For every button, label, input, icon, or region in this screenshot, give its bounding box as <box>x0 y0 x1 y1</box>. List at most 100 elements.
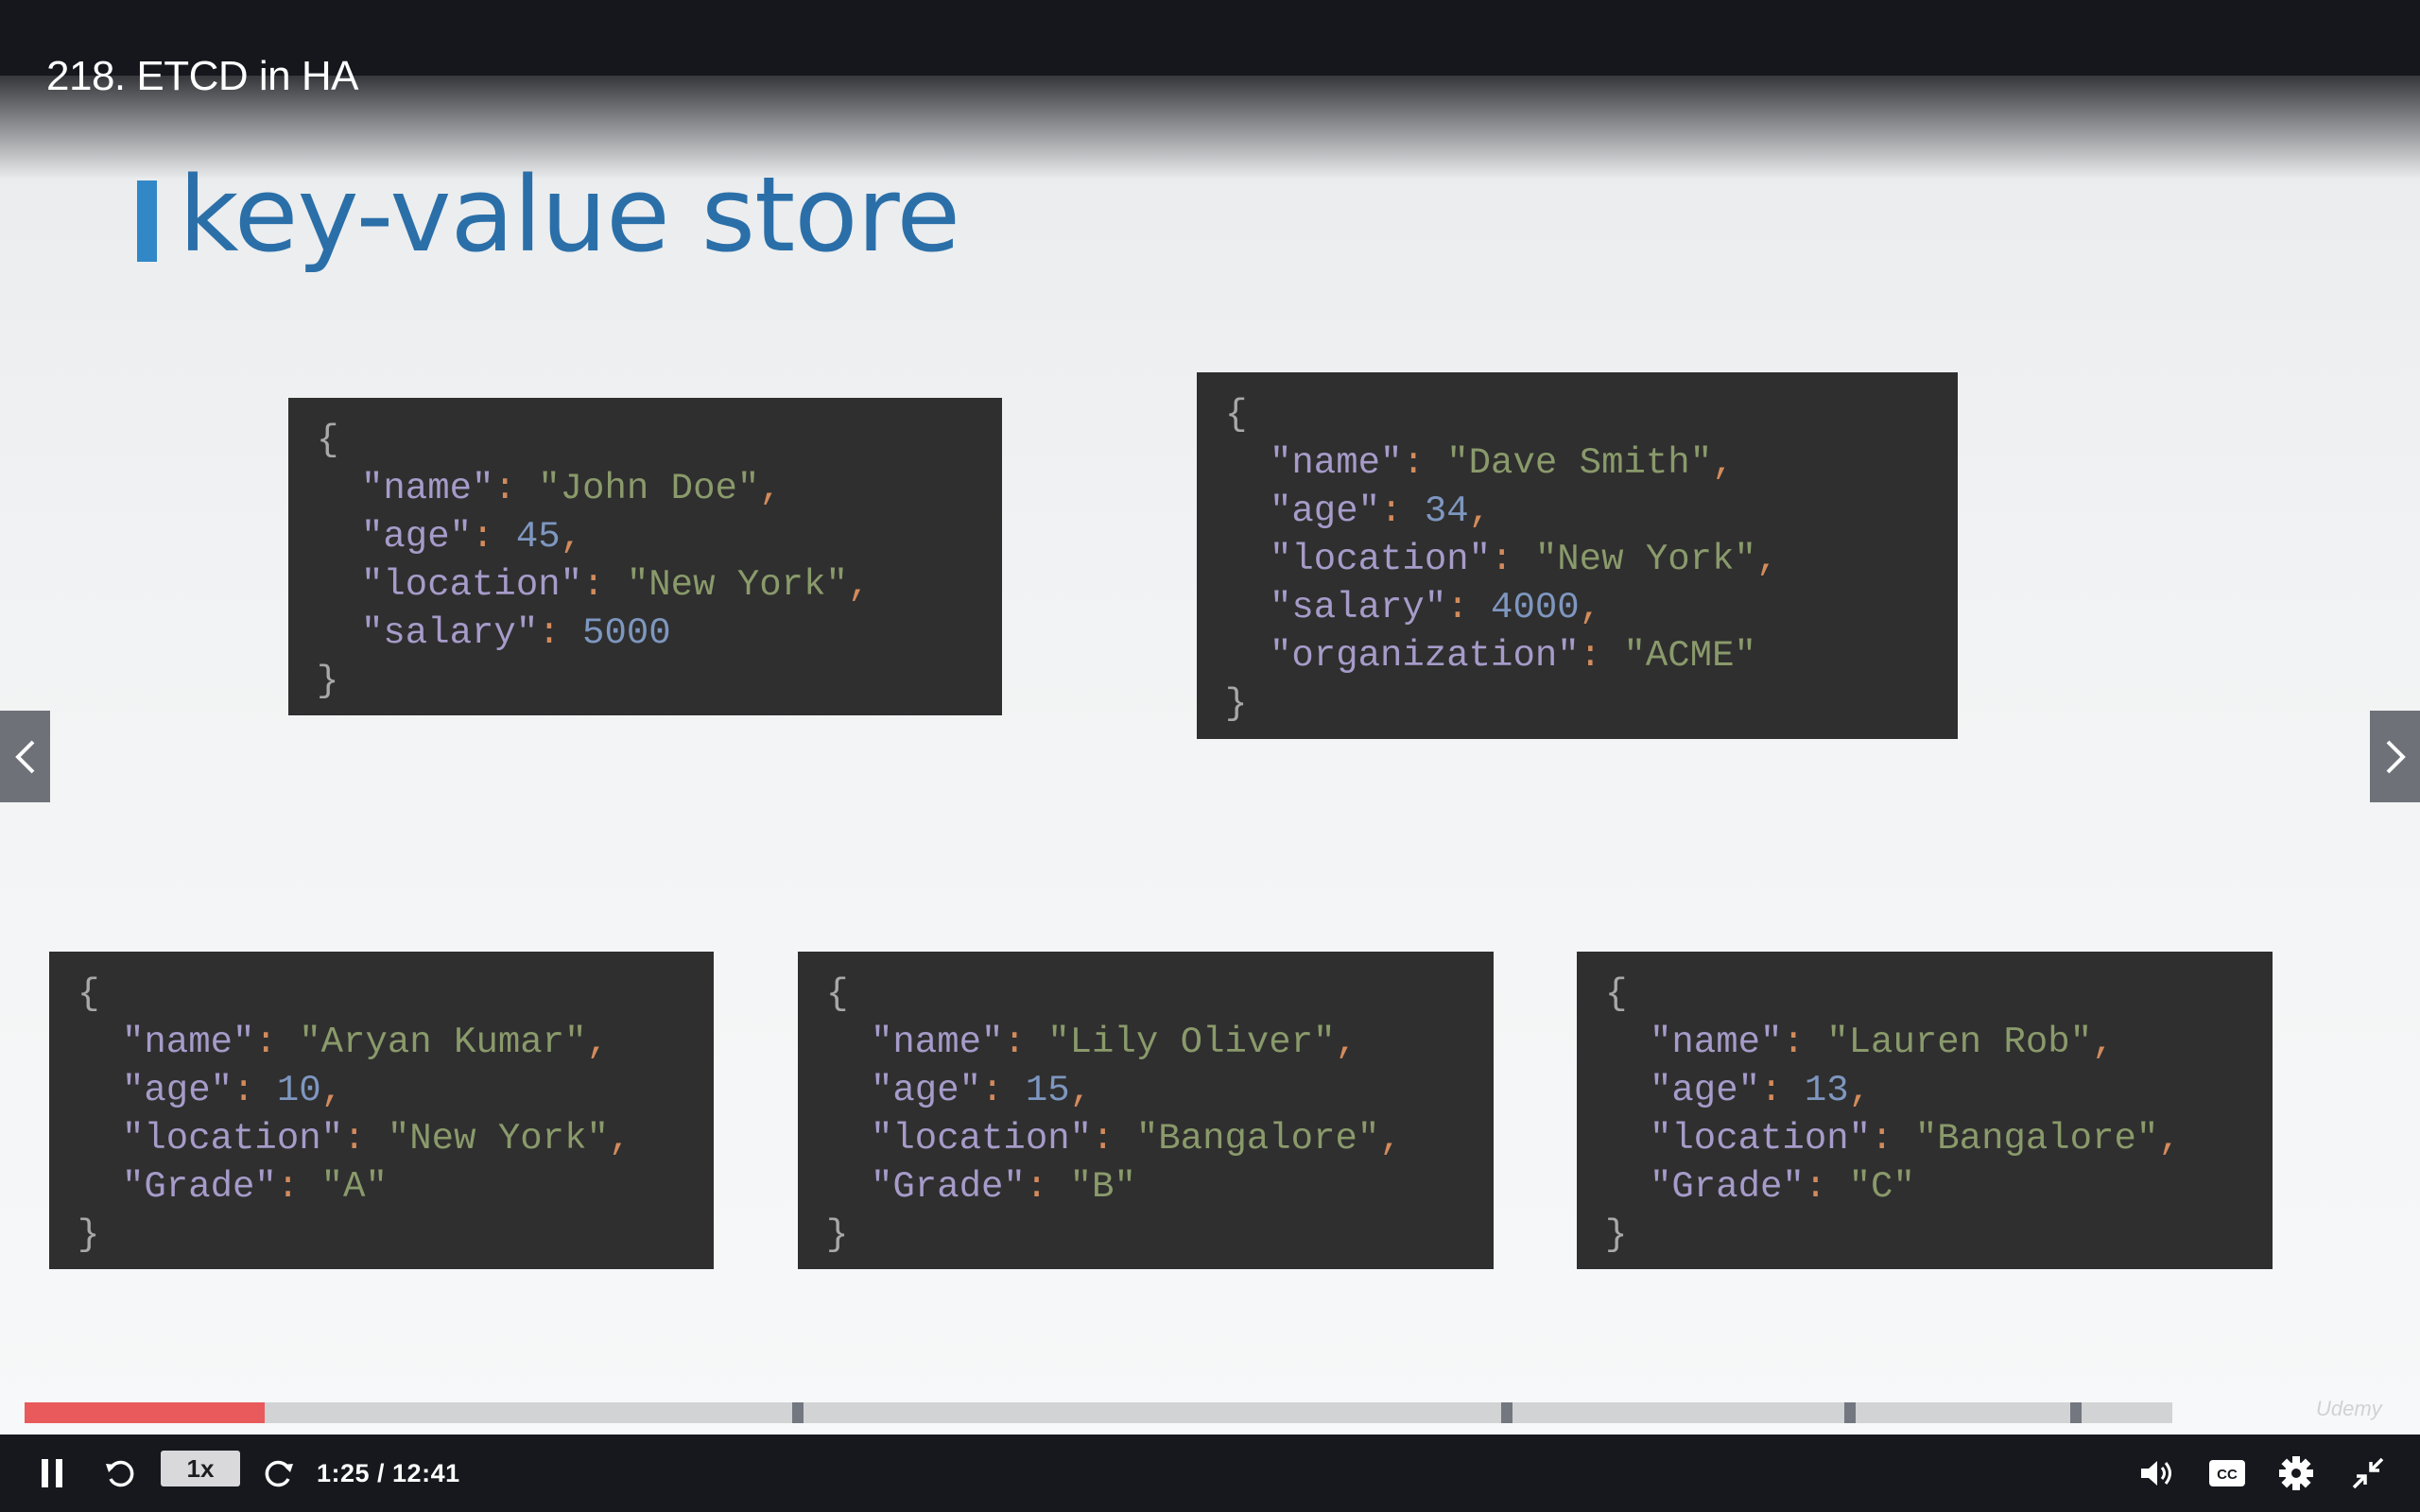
playback-speed-button[interactable]: 1x <box>161 1451 240 1486</box>
json-field: "age": 34, <box>1225 488 1778 536</box>
json-colon: : <box>1804 1166 1849 1208</box>
json-field: "Grade": "B" <box>826 1163 1402 1211</box>
json-colon: : <box>276 1166 321 1208</box>
json-value: 34 <box>1424 490 1469 532</box>
json-value: "C" <box>1848 1166 1915 1208</box>
json-field: "age": 45, <box>317 513 870 561</box>
json-value: "New York" <box>387 1118 609 1160</box>
settings-icon <box>2279 1456 2313 1490</box>
json-field: "name": "Aryan Kumar", <box>78 1019 631 1067</box>
json-key: "Grade" <box>1650 1166 1805 1208</box>
play-pause-button[interactable] <box>28 1435 76 1512</box>
chapter-marker[interactable] <box>1844 1402 1857 1423</box>
json-value: "Lauren Rob" <box>1826 1022 2093 1063</box>
brace: } <box>317 661 339 702</box>
json-field: "name": "Lily Oliver", <box>826 1019 1402 1067</box>
svg-text:CC: CC <box>2217 1467 2238 1483</box>
json-key: "age" <box>1650 1070 1761 1111</box>
slide-title: key-value store <box>179 154 960 275</box>
json-colon: : <box>981 1070 1026 1111</box>
json-value: "New York" <box>1534 539 1756 580</box>
json-brace-close: } <box>1225 680 1778 729</box>
json-comma: , <box>2158 1118 2181 1160</box>
json-value: "John Doe" <box>538 468 760 509</box>
chevron-left-icon <box>14 740 34 773</box>
json-value: 13 <box>1804 1070 1849 1111</box>
json-value: "A" <box>320 1166 388 1208</box>
json-brace-close: } <box>317 658 870 706</box>
json-field: "age": 13, <box>1605 1067 2181 1115</box>
json-field: "salary": 5000 <box>317 610 870 658</box>
json-value: 45 <box>515 516 561 558</box>
json-key: "location" <box>122 1118 344 1160</box>
json-value: "B" <box>1069 1166 1136 1208</box>
json-value: "New York" <box>626 564 848 606</box>
brace: } <box>78 1214 100 1256</box>
json-colon: : <box>1579 635 1624 677</box>
progress-fill <box>25 1402 266 1423</box>
json-value: 4000 <box>1491 587 1580 628</box>
json-brace-close: } <box>826 1211 1402 1260</box>
json-code: {"name": "Lauren Rob", "age": 13, "locatio… <box>1605 971 2181 1260</box>
json-field: "location": "New York", <box>78 1115 631 1163</box>
json-value: "Dave Smith" <box>1446 442 1713 484</box>
json-value: 5000 <box>582 612 671 654</box>
json-key: "age" <box>361 516 473 558</box>
json-key: "age" <box>871 1070 982 1111</box>
json-colon: : <box>1380 490 1425 532</box>
json-key: "location" <box>1270 539 1492 580</box>
json-comma: , <box>320 1070 344 1111</box>
chapter-marker[interactable] <box>2069 1402 2082 1423</box>
json-key: "age" <box>1270 490 1381 532</box>
json-card: {"name": "Lauren Rob", "age": 13, "locatio… <box>1577 952 2273 1269</box>
json-value: "Bangalore" <box>1914 1118 2159 1160</box>
json-comma: , <box>1712 442 1735 484</box>
brace: { <box>317 420 339 461</box>
watermark-logo: Udemy <box>2316 1397 2382 1420</box>
rewind-button[interactable] <box>96 1435 144 1512</box>
json-key: "name" <box>122 1022 255 1063</box>
exit-fullscreen-button[interactable] <box>2344 1435 2392 1512</box>
json-field: "organization": "ACME" <box>1225 632 1778 680</box>
volume-button[interactable] <box>2135 1435 2182 1512</box>
slide-title-accent <box>137 180 157 262</box>
json-colon: : <box>1446 587 1492 628</box>
chapter-marker[interactable] <box>1500 1402 1512 1423</box>
json-brace-close: } <box>1605 1211 2181 1260</box>
lecture-title: 218. ETCD in HA <box>46 53 358 99</box>
json-brace-open: { <box>78 971 631 1019</box>
json-code: {"name": "Lily Oliver", "age": 15, "locati… <box>826 971 1402 1260</box>
json-field: "location": "New York", <box>317 561 870 610</box>
json-value: 10 <box>276 1070 321 1111</box>
brace: } <box>1605 1214 1628 1256</box>
json-field: "salary": 4000, <box>1225 584 1778 632</box>
json-colon: : <box>582 564 627 606</box>
progress-bar[interactable] <box>25 1402 2172 1423</box>
captions-button[interactable]: CC <box>2204 1435 2251 1512</box>
forward-icon <box>265 1460 293 1487</box>
json-field: "name": "Lauren Rob", <box>1605 1019 2181 1067</box>
json-key: "age" <box>122 1070 233 1111</box>
json-field: "age": 10, <box>78 1067 631 1115</box>
json-colon: : <box>1025 1166 1070 1208</box>
next-lecture-button[interactable] <box>2370 711 2420 802</box>
json-comma: , <box>1755 539 1779 580</box>
brace: { <box>826 973 849 1015</box>
json-colon: : <box>538 612 583 654</box>
exit-fullscreen-icon <box>2352 1457 2384 1489</box>
json-card: {"name": "Lily Oliver", "age": 15, "locati… <box>798 952 1494 1269</box>
json-card: {"name": "John Doe", "age": 45, "location"… <box>288 398 1002 715</box>
json-comma: , <box>2092 1022 2115 1063</box>
brace: } <box>826 1214 849 1256</box>
json-comma: , <box>560 516 583 558</box>
settings-button[interactable] <box>2273 1435 2320 1512</box>
previous-lecture-button[interactable] <box>0 711 50 802</box>
json-comma: , <box>1579 587 1602 628</box>
json-comma: , <box>847 564 871 606</box>
forward-button[interactable] <box>255 1435 302 1512</box>
json-key: "location" <box>1650 1118 1872 1160</box>
json-field: "Grade": "A" <box>78 1163 631 1211</box>
json-comma: , <box>759 468 782 509</box>
chapter-marker[interactable] <box>791 1402 804 1423</box>
json-comma: , <box>1379 1118 1402 1160</box>
